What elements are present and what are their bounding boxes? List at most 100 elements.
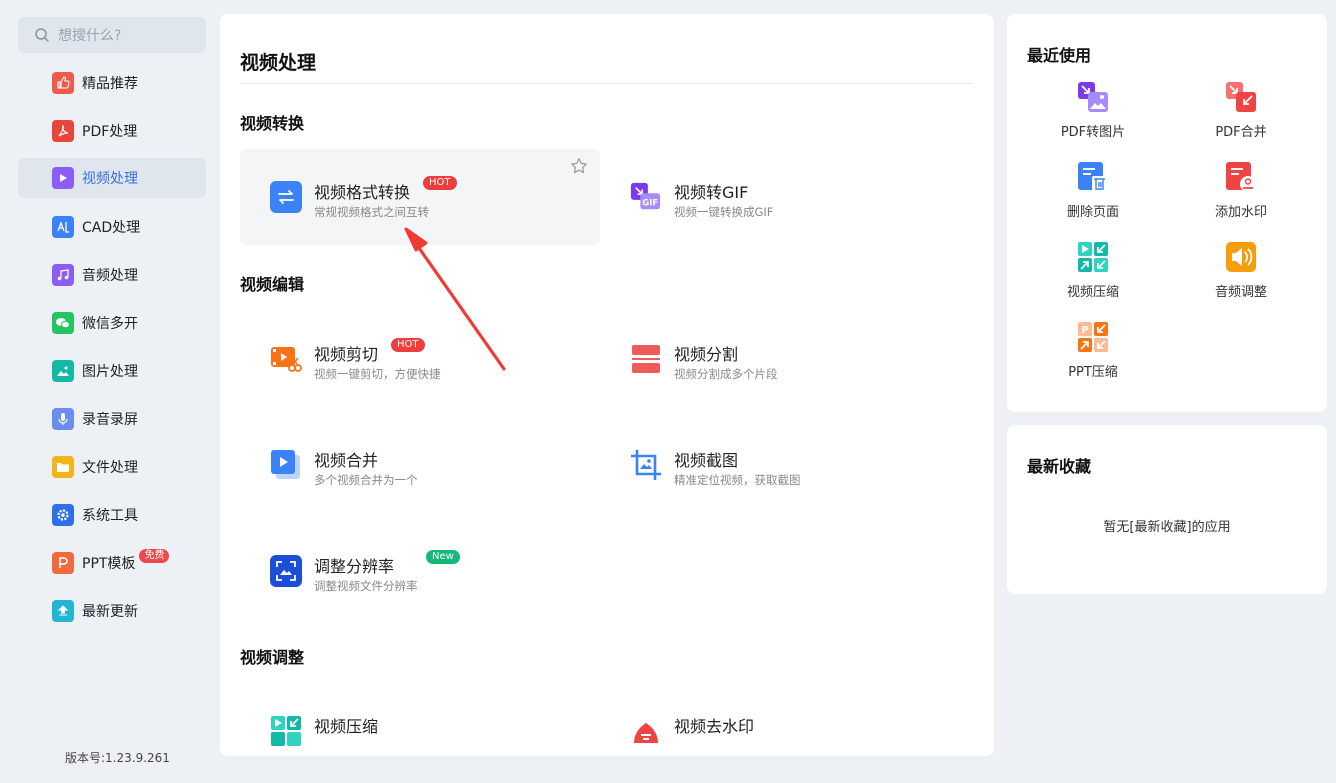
- favorites-panel: 最新收藏 暂无[最新收藏]的应用: [1007, 425, 1327, 594]
- sidebar-item-image[interactable]: 图片处理: [18, 351, 206, 391]
- sidebar-item-file[interactable]: 文件处理: [18, 447, 206, 487]
- hot-badge: HOT: [423, 176, 457, 190]
- tool-name: 视频剪切: [314, 345, 379, 364]
- star-icon[interactable]: [570, 157, 588, 175]
- tool-desc: 调整视频文件分辨率: [314, 579, 418, 593]
- recent-label: 删除页面: [1066, 205, 1119, 220]
- recent-label: 添加水印: [1214, 205, 1267, 220]
- recent-panel: 最近使用 PDF转图片 PDF合并 删除页面 添加水印 视频压缩 音频调整 P …: [1007, 14, 1327, 412]
- tool-resolution[interactable]: 调整分辨率 New 调整视频文件分辨率: [240, 523, 600, 619]
- divider: [240, 83, 974, 84]
- section-title-edit: 视频编辑: [240, 275, 305, 294]
- crop-icon: [630, 449, 662, 481]
- recent-item-pdf-merge[interactable]: PDF合并: [1181, 81, 1301, 153]
- sidebar-item-ppt[interactable]: PPT模板 免费: [18, 543, 206, 583]
- ppt-icon: [52, 552, 74, 574]
- search-box[interactable]: 想搜什么?: [18, 17, 206, 53]
- folder-icon: [52, 456, 74, 478]
- sidebar-item-recording[interactable]: 录音录屏: [18, 399, 206, 439]
- tool-video-split[interactable]: 视频分割 视频分割成多个片段: [600, 311, 960, 407]
- tool-name: 视频转GIF: [674, 183, 749, 202]
- sidebar-item-updates[interactable]: 最新更新: [18, 591, 206, 631]
- recent-item-video-compress[interactable]: 视频压缩: [1033, 241, 1153, 313]
- sidebar-item-label: 图片处理: [82, 364, 138, 380]
- pdf-icon: [52, 120, 74, 142]
- tool-name: 视频分割: [674, 345, 739, 364]
- sidebar-item-wechat[interactable]: 微信多开: [18, 303, 206, 343]
- remove-watermark-icon: [630, 715, 662, 747]
- compress-icon: [270, 715, 302, 747]
- favorites-title: 最新收藏: [1027, 457, 1092, 476]
- tool-name: 视频截图: [674, 451, 739, 470]
- sidebar-item-label: 音频处理: [82, 268, 138, 284]
- recent-item-audio-adjust[interactable]: 音频调整: [1181, 241, 1301, 313]
- pdf-to-image-icon: [1078, 82, 1108, 112]
- sidebar-item-video[interactable]: 视频处理: [18, 158, 206, 198]
- sidebar-item-audio[interactable]: 音频处理: [18, 255, 206, 295]
- sidebar-item-label: 系统工具: [82, 508, 138, 524]
- hot-badge: HOT: [391, 338, 425, 352]
- audio-adjust-icon: [1226, 242, 1256, 272]
- tool-video-to-gif[interactable]: GIF 视频转GIF 视频一键转换成GIF: [600, 149, 960, 245]
- sidebar-item-label: 最新更新: [82, 604, 138, 620]
- music-icon: [52, 264, 74, 286]
- recent-title: 最近使用: [1027, 46, 1092, 65]
- recent-item-ppt-compress[interactable]: P PPT压缩: [1033, 321, 1153, 393]
- sidebar: 想搜什么? 精品推荐 PDF处理 视频处理 CAD处理 音频处理 微信多开 图片…: [0, 0, 214, 783]
- version-label: 版本号:1.23.9.261: [65, 751, 170, 765]
- sidebar-item-label: PDF处理: [82, 124, 138, 140]
- tool-video-merge[interactable]: 视频合并 多个视频合并为一个: [240, 417, 600, 513]
- video-compress-icon: [1078, 242, 1108, 272]
- tool-name: 视频格式转换: [314, 183, 411, 202]
- sidebar-item-label: 微信多开: [82, 316, 138, 332]
- sidebar-item-cad[interactable]: CAD处理: [18, 207, 206, 247]
- free-badge: 免费: [139, 549, 170, 563]
- video-merge-icon: [270, 449, 302, 481]
- recent-label: PDF转图片: [1060, 125, 1126, 140]
- sidebar-item-system[interactable]: 系统工具: [18, 495, 206, 535]
- cad-icon: [52, 216, 74, 238]
- microphone-icon: [52, 408, 74, 430]
- section-title-adjust: 视频调整: [240, 648, 305, 667]
- pdf-merge-icon: [1226, 82, 1256, 112]
- new-badge: New: [426, 550, 460, 564]
- tool-video-screenshot[interactable]: 视频截图 精准定位视频，获取截图: [600, 417, 960, 513]
- tool-video-compress[interactable]: 视频压缩: [240, 683, 600, 756]
- sidebar-item-label: 录音录屏: [82, 412, 138, 428]
- tool-name: 视频去水印: [674, 717, 755, 736]
- tool-remove-watermark[interactable]: 视频去水印: [600, 683, 960, 756]
- tool-video-format-convert[interactable]: 视频格式转换 HOT 常规视频格式之间互转: [240, 149, 600, 245]
- resolution-icon: [270, 555, 302, 587]
- recent-item-add-watermark[interactable]: 添加水印: [1181, 161, 1301, 233]
- sidebar-item-label: 文件处理: [82, 460, 138, 476]
- thumbs-up-icon: [52, 72, 74, 94]
- split-icon: [630, 343, 662, 375]
- recent-label: PDF合并: [1215, 125, 1267, 140]
- recent-label: 音频调整: [1214, 285, 1267, 300]
- upload-icon: [52, 600, 74, 622]
- search-icon: [35, 28, 49, 42]
- wechat-icon: [52, 312, 74, 334]
- sidebar-item-recommended[interactable]: 精品推荐: [18, 63, 206, 103]
- sidebar-item-label: 视频处理: [82, 171, 138, 187]
- delete-page-icon: [1078, 162, 1107, 192]
- svg-text:GIF: GIF: [642, 197, 658, 207]
- recent-item-pdf-to-image[interactable]: PDF转图片: [1033, 81, 1153, 153]
- gear-icon: [52, 504, 74, 526]
- tool-name: 调整分辨率: [314, 557, 395, 576]
- recent-label: PPT压缩: [1068, 365, 1118, 380]
- video-cut-icon: [270, 343, 302, 375]
- sidebar-item-label: CAD处理: [82, 220, 141, 236]
- recent-item-delete-page[interactable]: 删除页面: [1033, 161, 1153, 233]
- tool-desc: 精准定位视频，获取截图: [674, 473, 801, 487]
- tool-desc: 视频一键转换成GIF: [674, 205, 774, 219]
- swap-arrows-icon: [270, 181, 302, 213]
- search-placeholder: 想搜什么?: [58, 28, 122, 44]
- gif-icon: GIF: [630, 181, 662, 213]
- play-icon: [52, 167, 74, 189]
- image-icon: [52, 360, 74, 382]
- main-panel: 视频处理 视频转换 视频格式转换 HOT 常规视频格式之间互转 GIF 视频转G…: [220, 14, 994, 756]
- sidebar-item-pdf[interactable]: PDF处理: [18, 111, 206, 151]
- tool-desc: 视频一键剪切，方便快捷: [314, 367, 441, 381]
- tool-video-cut[interactable]: 视频剪切 HOT 视频一键剪切，方便快捷: [240, 311, 600, 407]
